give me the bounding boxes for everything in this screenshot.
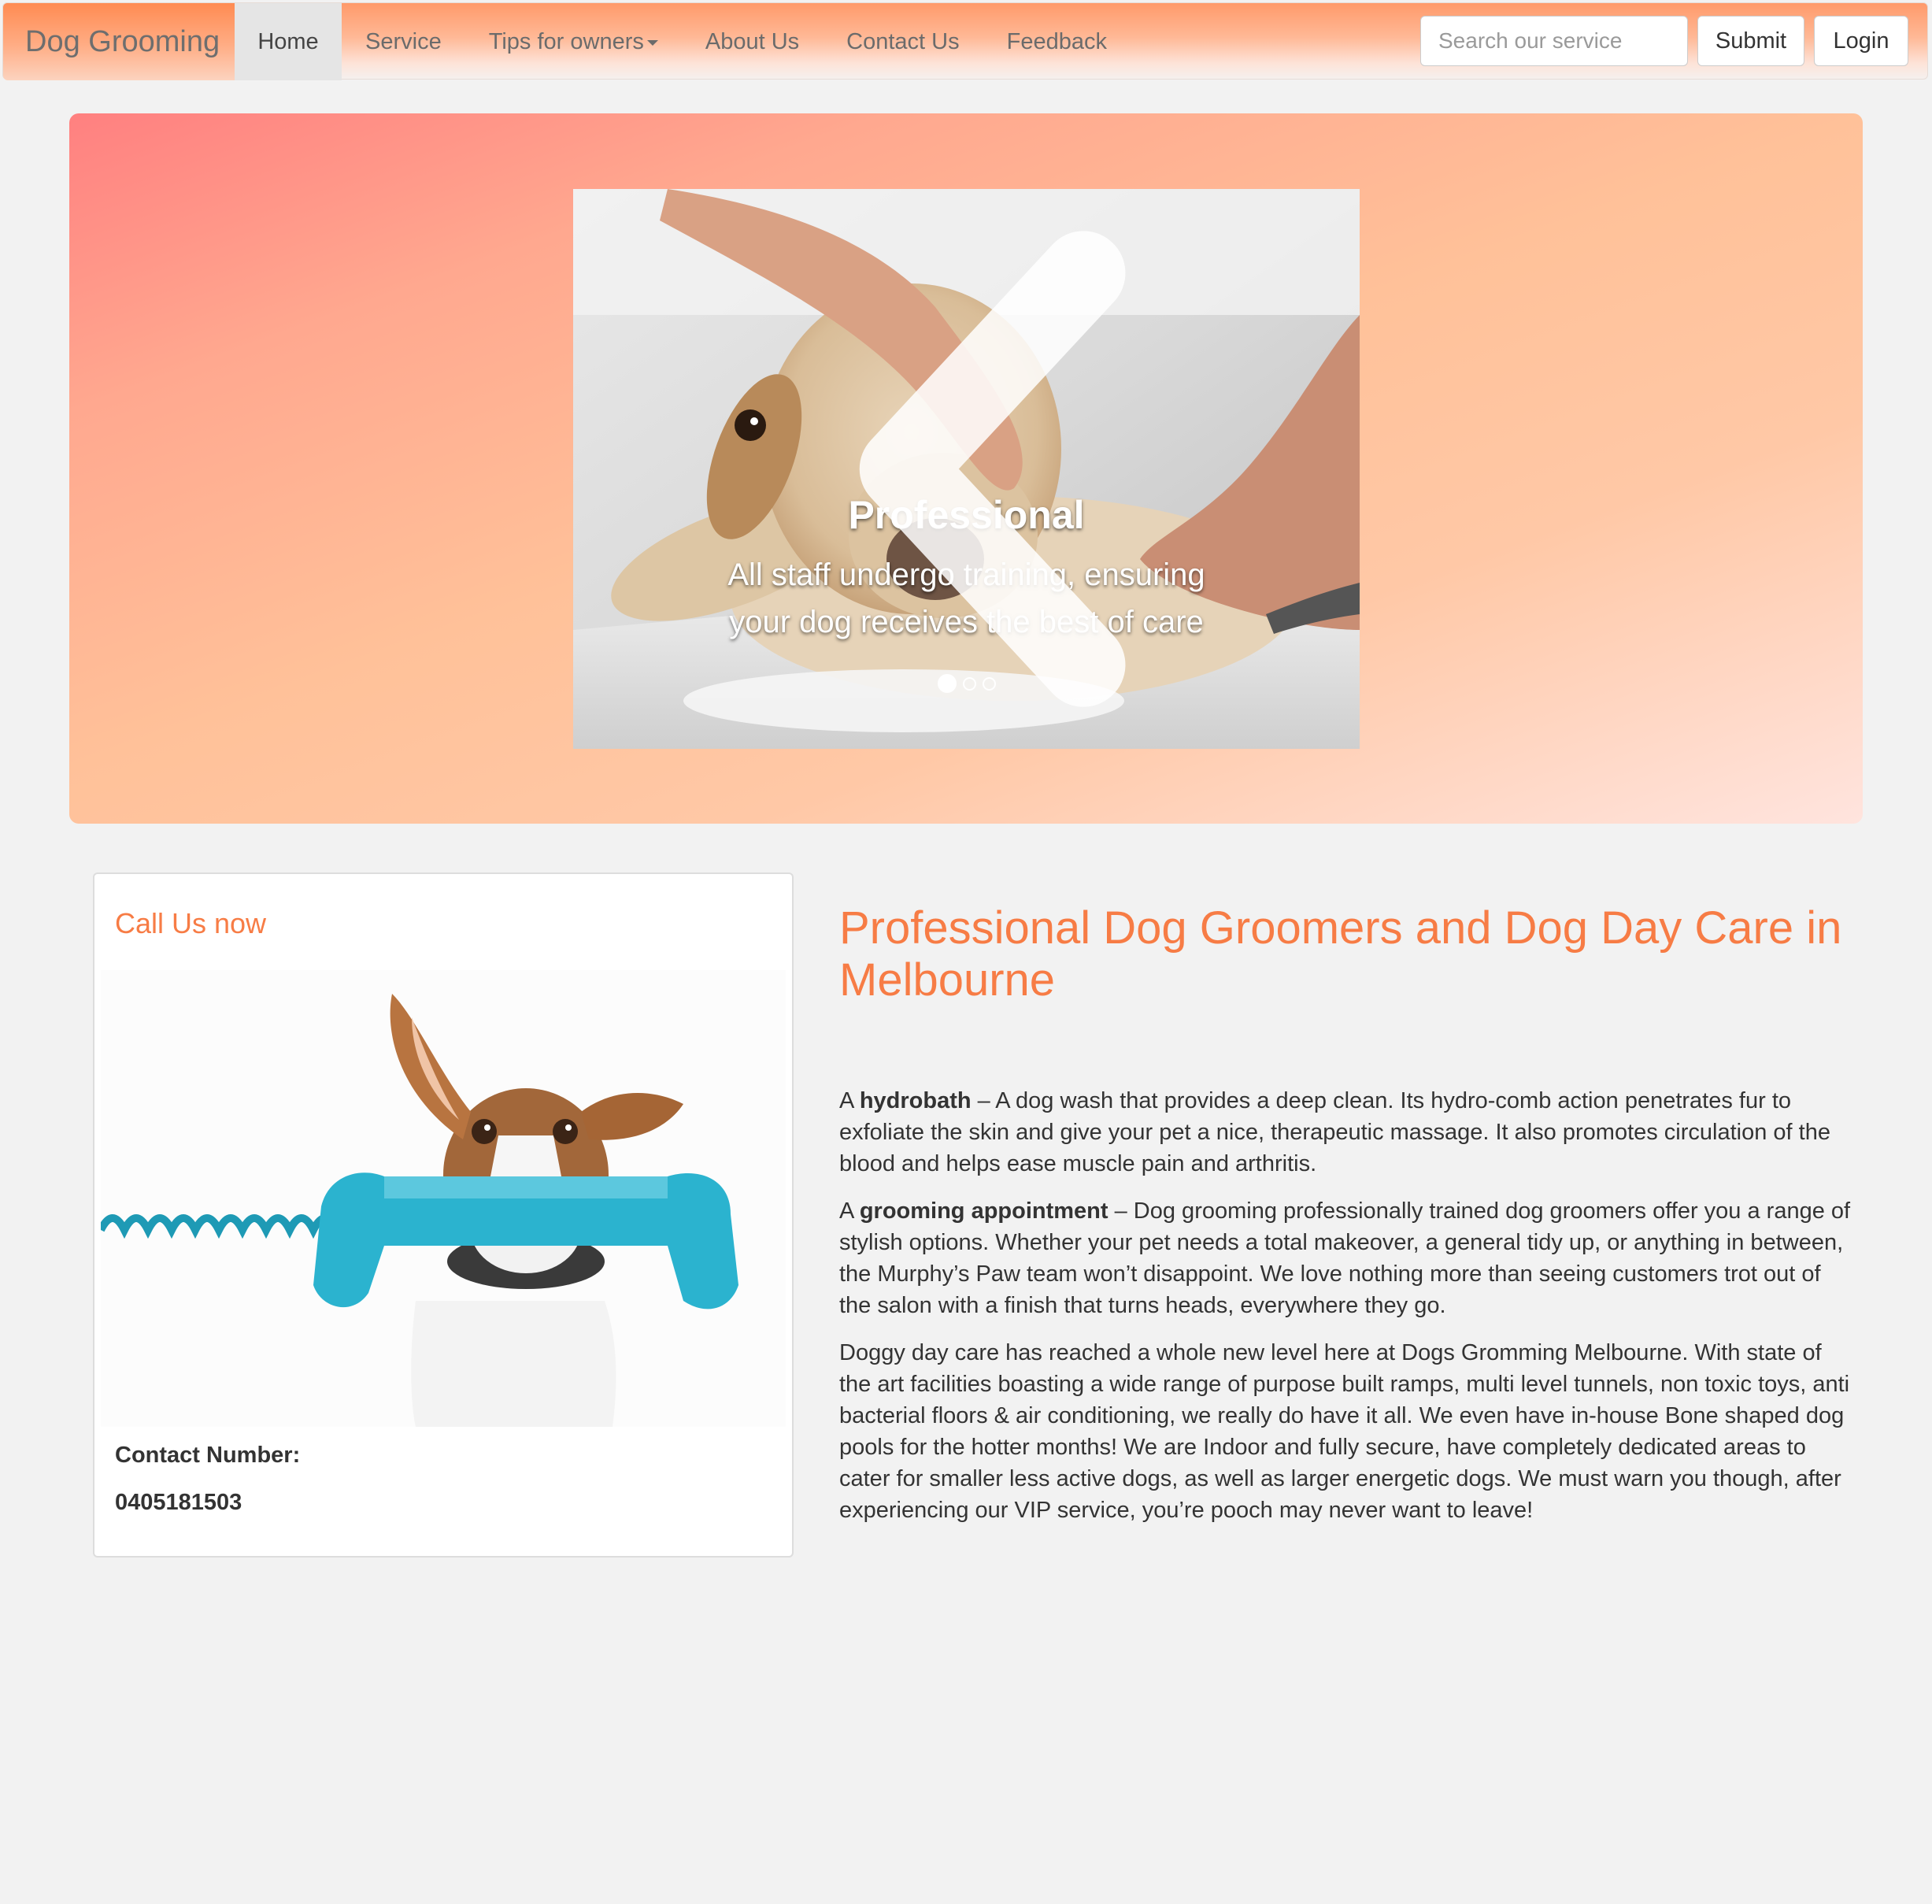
- contact-number[interactable]: 0405181503: [115, 1490, 242, 1516]
- nav-item-feedback[interactable]: Feedback: [983, 3, 1131, 80]
- article-section: Professional Dog Groomers and Dog Day Ca…: [839, 902, 1855, 1523]
- contact-number-label: Contact Number:: [115, 1443, 301, 1468]
- paragraph-grooming: A grooming appointment – Dog grooming pr…: [839, 1195, 1855, 1321]
- nav-menu: Home Service Tips for owners About Us Co…: [235, 3, 1131, 80]
- nav-item-about-us[interactable]: About Us: [682, 3, 823, 80]
- submit-button[interactable]: Submit: [1697, 16, 1804, 66]
- article-body: A hydrobath – A dog wash that provides a…: [839, 1085, 1855, 1542]
- paragraph-hydrobath: A hydrobath – A dog wash that provides a…: [839, 1085, 1855, 1180]
- nav-item-service[interactable]: Service: [342, 3, 465, 80]
- chevron-right-icon[interactable]: [1266, 189, 1360, 749]
- p2-bold: grooming appointment: [859, 1198, 1108, 1224]
- nav-item-tips-label: Tips for owners: [488, 29, 644, 54]
- nav-item-home[interactable]: Home: [235, 3, 342, 80]
- chevron-left-icon[interactable]: [606, 189, 1360, 749]
- brand-logo[interactable]: Dog Grooming: [3, 3, 235, 80]
- p1-prefix: A: [839, 1088, 860, 1113]
- nav-item-contact-us[interactable]: Contact Us: [823, 3, 983, 80]
- call-us-panel: Call Us now Contact Number: 0405181503: [93, 872, 794, 1558]
- search-input[interactable]: [1420, 16, 1688, 66]
- login-button[interactable]: Login: [1814, 16, 1908, 66]
- p2-prefix: A: [839, 1198, 860, 1224]
- paragraph-day-care: Doggy day care has reached a whole new l…: [839, 1340, 1850, 1523]
- p1-rest: – A dog wash that provides a deep clean.…: [839, 1088, 1830, 1176]
- image-carousel[interactable]: Professional All staff undergo training,…: [573, 189, 1360, 749]
- dog-with-phone-image: [101, 970, 786, 1427]
- article-heading: Professional Dog Groomers and Dog Day Ca…: [839, 902, 1842, 1006]
- caret-down-icon: [646, 39, 658, 46]
- p1-bold: hydrobath: [859, 1088, 972, 1113]
- navbar: Dog Grooming Home Service Tips for owner…: [2, 2, 1928, 80]
- nav-item-tips-for-owners[interactable]: Tips for owners: [465, 3, 682, 80]
- panel-title: Call Us now: [115, 907, 267, 939]
